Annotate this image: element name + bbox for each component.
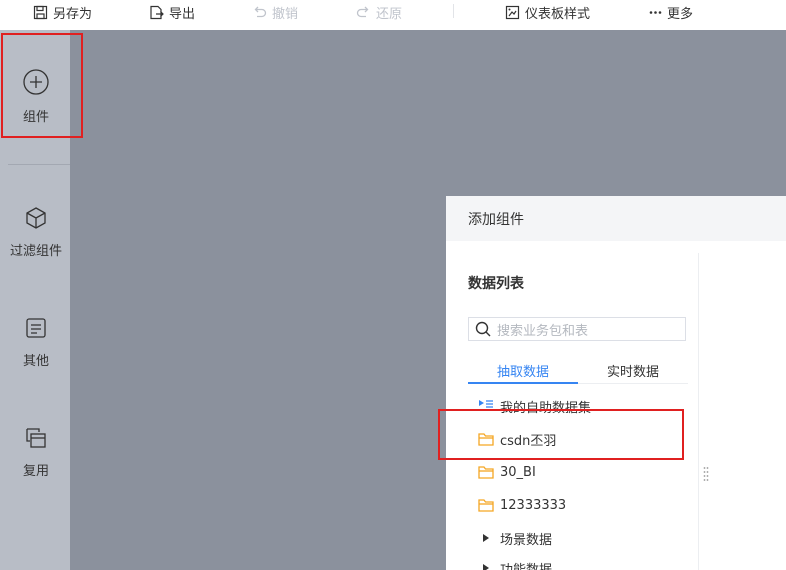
more-label: 更多	[667, 6, 694, 22]
dialog-header: 添加组件	[446, 196, 786, 241]
data-list-title: 数据列表	[468, 276, 524, 292]
sidebar: 组件 过滤组件 其他 复用	[0, 30, 70, 570]
tree-item-label: 30_BI	[500, 464, 536, 480]
more-icon	[649, 10, 662, 14]
sidebar-item-label: 复用	[22, 464, 49, 479]
self-dataset-icon	[479, 400, 493, 411]
tree-item-self-dataset[interactable]: 我的自助数据集	[478, 395, 591, 417]
search-placeholder: 搜索业务包和表	[497, 323, 589, 339]
dashboard-style-label: 仪表板样式	[525, 6, 591, 22]
resize-handle-icon[interactable]	[703, 466, 709, 482]
sidebar-item-label: 组件	[22, 110, 49, 125]
sidebar-item-other[interactable]: 其他	[0, 316, 72, 369]
tab-label: 实时数据	[606, 364, 659, 380]
add-component-dialog: 添加组件 数据列表 搜索业务包和表 抽取数据 实时数据 我的自助数据集 csdn…	[446, 196, 786, 570]
redo-label: 还原	[376, 6, 403, 22]
copy-icon	[26, 428, 46, 448]
export-icon	[150, 5, 164, 19]
folder-icon	[478, 466, 494, 479]
undo-icon	[254, 6, 267, 17]
panel-divider	[698, 253, 699, 570]
sidebar-item-label: 过滤组件	[9, 244, 62, 259]
sidebar-item-label: 其他	[22, 354, 49, 369]
caret-right-icon	[483, 534, 489, 542]
undo-button[interactable]: 撤销	[252, 0, 298, 24]
caret-right-icon	[483, 564, 489, 570]
tree-item-folder[interactable]: 30_BI	[478, 461, 536, 483]
save-icon	[33, 5, 48, 19]
tree-item-label: 12333333	[500, 497, 567, 513]
watermark: CSDN @丕羽	[703, 551, 778, 565]
plus-circle-icon	[23, 69, 49, 95]
dashboard-style-icon	[505, 5, 520, 19]
sidebar-item-components[interactable]: 组件	[0, 68, 72, 125]
search-input[interactable]: 搜索业务包和表	[468, 317, 686, 341]
export-button[interactable]: 导出	[149, 0, 195, 24]
save-as-label: 另存为	[53, 6, 93, 22]
tree-item-label: 场景数据	[500, 532, 553, 548]
tab-realtime-data[interactable]: 实时数据	[578, 356, 688, 384]
document-icon	[26, 318, 46, 338]
tab-extract-data[interactable]: 抽取数据	[468, 356, 578, 384]
tree-item-scene-data[interactable]: 场景数据	[478, 527, 552, 549]
tree-item-folder[interactable]: csdn丕羽	[478, 428, 556, 450]
tree-item-label: csdn丕羽	[500, 433, 557, 449]
redo-icon	[356, 6, 369, 17]
redo-button[interactable]: 还原	[356, 0, 402, 24]
save-as-button[interactable]: 另存为	[33, 0, 92, 24]
tree-item-label: 我的自助数据集	[500, 400, 592, 416]
more-button[interactable]: 更多	[649, 0, 693, 24]
cube-icon	[26, 207, 46, 229]
sidebar-item-reuse[interactable]: 复用	[0, 426, 72, 479]
toolbar-divider	[453, 4, 454, 18]
export-label: 导出	[169, 6, 196, 22]
folder-icon	[478, 499, 494, 512]
folder-icon	[478, 433, 494, 446]
tree-item-label: 功能数据	[500, 562, 553, 570]
tree-item-function-data[interactable]: 功能数据	[478, 557, 552, 570]
search-icon	[475, 321, 491, 337]
dialog-title: 添加组件	[468, 212, 524, 228]
tab-active-indicator	[468, 382, 578, 384]
undo-label: 撤销	[272, 6, 299, 22]
sidebar-divider	[8, 164, 70, 165]
tree-item-folder[interactable]: 12333333	[478, 494, 566, 516]
tab-label: 抽取数据	[496, 364, 549, 380]
toolbar: 另存为 导出 撤销 还原 仪表板样式 更多	[0, 0, 786, 30]
dashboard-style-button[interactable]: 仪表板样式	[505, 0, 590, 24]
sidebar-item-filter-components[interactable]: 过滤组件	[0, 206, 72, 259]
